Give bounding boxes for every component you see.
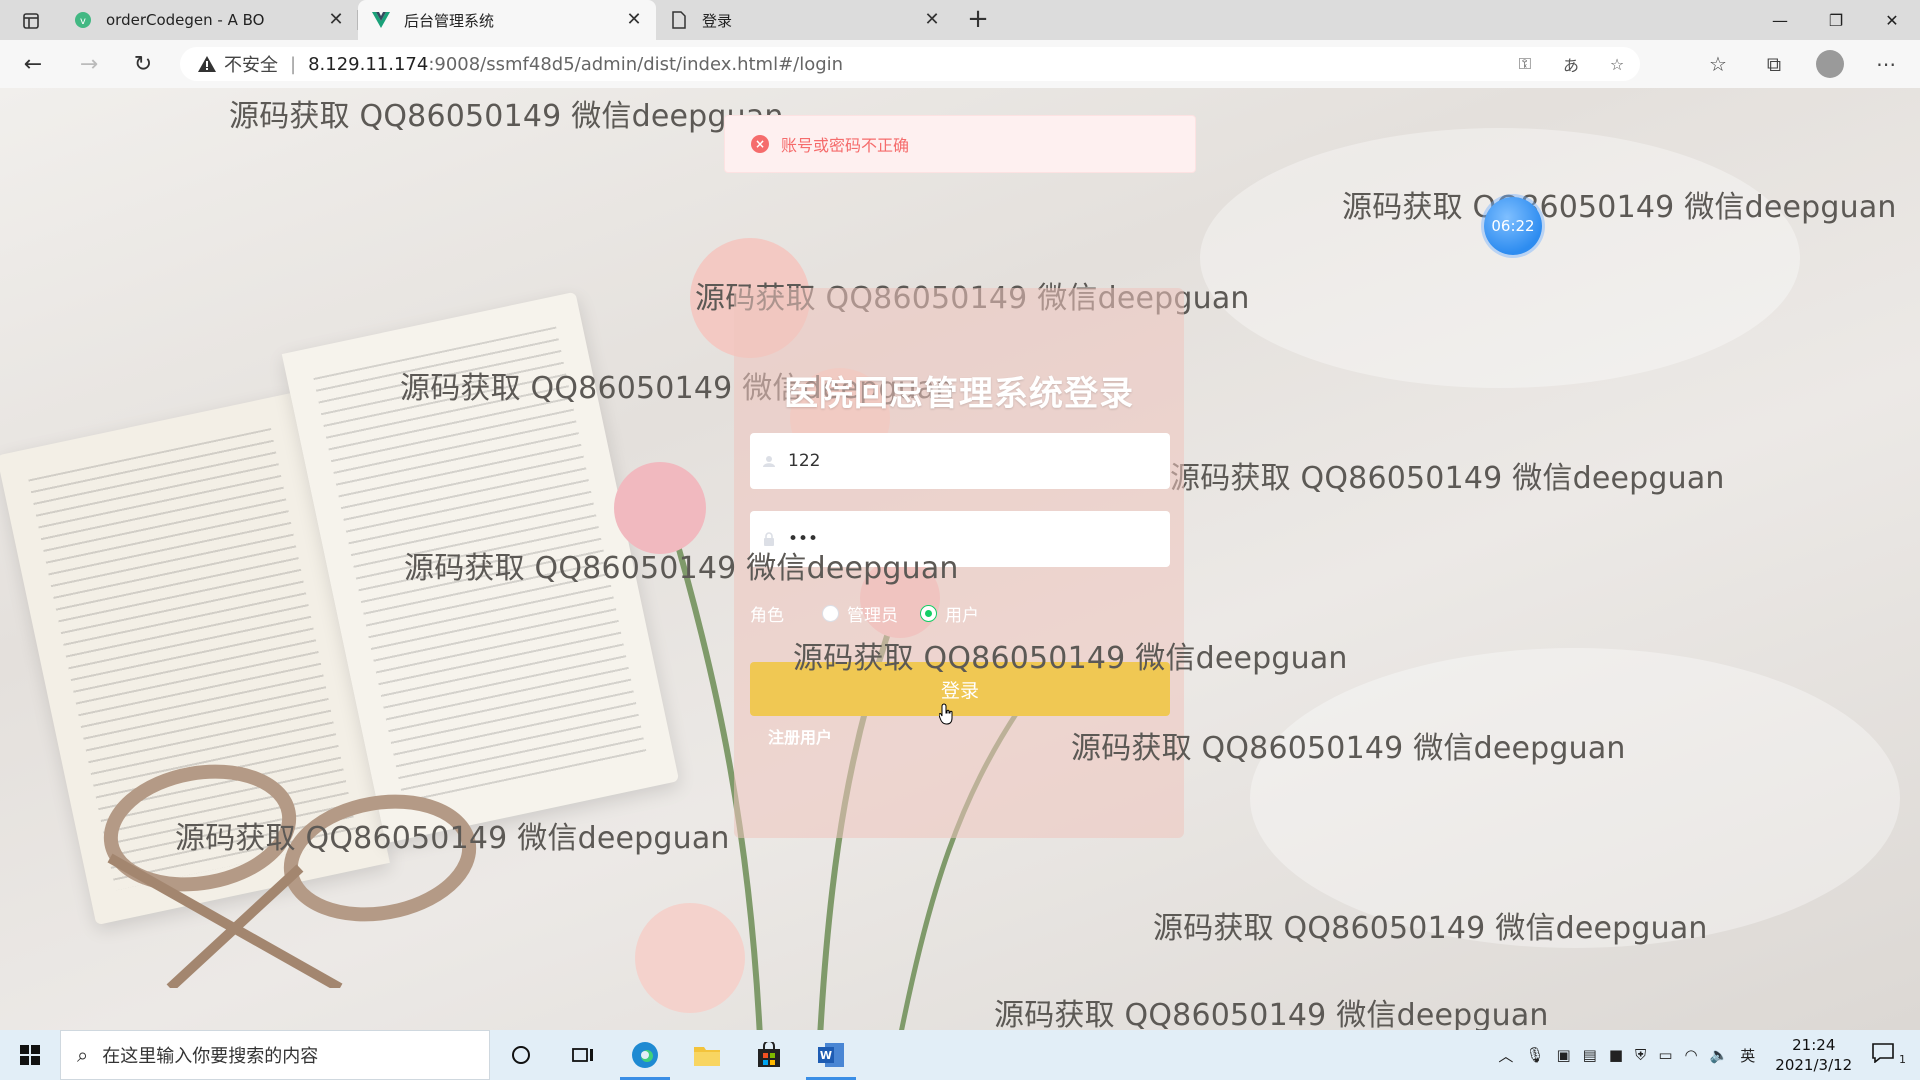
windows-start-icon[interactable] [0,1030,60,1080]
timer-badge[interactable]: 06:22 [1484,197,1542,255]
tab-login[interactable]: 登录 ✕ [656,0,954,40]
system-tray: ︿ 🎙 ▣ ▤ ■ ⛨ ▭ ◠ 🔈 英 21:24 2021/3/12 1 [1492,1030,1920,1080]
role-option-label: 用户 [945,605,979,626]
login-page: 源码获取 QQ86050149 微信deepguan 源码获取 QQ860501… [0,88,1920,1030]
cortana-icon[interactable] [490,1030,552,1080]
file-explorer-icon[interactable] [676,1030,738,1080]
add-favorite-icon[interactable]: ☆ [1594,55,1640,74]
edge-browser-icon[interactable] [614,1030,676,1080]
glasses-image [103,764,477,988]
address-separator: | [290,53,297,75]
battery-icon[interactable]: ▭ [1652,1046,1678,1064]
username-input[interactable] [788,451,1170,471]
task-view-icon[interactable] [552,1030,614,1080]
restore-icon[interactable]: ❐ [1808,0,1864,40]
search-placeholder: 在这里输入你要搜索的内容 [102,1046,319,1067]
windows-taskbar: ⌕ 在这里输入你要搜索的内容 W ︿ 🎙 ▣ ▤ ■ ⛨ ▭ ◠ 🔈 英 21:… [0,1030,1920,1080]
security-shield-icon[interactable]: ⛨ [1629,1046,1652,1064]
clock-date: 2021/3/12 [1775,1056,1853,1074]
window-controls: — ❐ ✕ [1752,0,1920,40]
chevron-up-icon[interactable]: ︿ [1492,1045,1519,1066]
mouse-pointer-icon [939,703,953,725]
taskbar-search-box[interactable]: ⌕ 在这里输入你要搜索的内容 [60,1030,490,1080]
svg-text:W: W [820,1049,832,1062]
close-window-icon[interactable]: ✕ [1864,0,1920,40]
tray-app-icon[interactable]: ▤ [1577,1046,1603,1064]
browser-toolbar: ← → ↻ 不安全 | 8.129.11.174 :9008/ssmf48d5/… [0,40,1920,88]
microphone-icon[interactable]: 🎙 [1519,1046,1550,1064]
vue-favicon-icon: v [74,11,92,29]
watermark-text: 源码获取 QQ86050149 微信deepguan [793,641,1348,676]
address-bar[interactable]: 不安全 | 8.129.11.174 :9008/ssmf48d5/admin/… [180,47,1640,81]
store-icon[interactable] [738,1030,800,1080]
forward-arrow-icon[interactable]: → [74,50,104,78]
tab-title: 登录 [702,11,733,30]
tab-ordercodegen[interactable]: v orderCodegen - A BO ✕ [60,0,358,40]
word-icon[interactable]: W [800,1030,862,1080]
watermark-text: 源码获取 QQ86050149 微信deepguan [1071,731,1626,766]
login-title: 医院回忌管理系统登录 [784,374,1134,414]
tray-app-icon[interactable]: ▣ [1550,1046,1576,1064]
watermark-text: 源码获取 QQ86050149 微信deepguan [994,998,1549,1030]
notification-center-icon[interactable]: 1 [1866,1043,1920,1067]
taskbar-clock[interactable]: 21:24 2021/3/12 [1761,1035,1866,1075]
search-icon: ⌕ [77,1043,89,1067]
translate-icon[interactable]: あ [1548,52,1594,76]
background-fold [1200,128,1800,388]
warning-icon[interactable] [198,56,218,72]
watermark-text: 源码获取 QQ86050149 微信deepguan [175,821,730,856]
url-path: :9008/ssmf48d5/admin/dist/index.html#/lo… [428,53,844,75]
collections-icon[interactable]: ⧉ [1746,52,1802,76]
error-message: 账号或密码不正确 [781,136,910,155]
role-selector: 角色 管理员 用户 [750,598,1001,628]
username-field[interactable] [750,433,1170,489]
reload-icon[interactable]: ↻ [128,50,158,78]
svg-text:v: v [80,16,86,27]
key-icon[interactable]: ⚿ [1502,54,1548,74]
notification-count: 1 [1899,1053,1906,1066]
more-menu-icon[interactable]: ⋯ [1858,52,1914,76]
watermark-text: 源码获取 QQ86050149 微信deepguan [404,551,959,586]
watermark-text: 源码获取 QQ86050149 微信deepguan [1342,190,1897,225]
security-label[interactable]: 不安全 [224,51,278,77]
tab-close-icon[interactable]: ✕ [624,10,644,30]
user-icon [750,455,788,467]
profile-avatar[interactable] [1802,50,1858,78]
page-icon [670,11,688,29]
register-link[interactable]: 注册用户 [768,724,832,748]
vue-logo-icon [372,11,390,29]
minimize-icon[interactable]: — [1752,0,1808,40]
watermark-text: 源码获取 QQ86050149 微信deepguan [1170,461,1725,496]
new-tab-button[interactable]: + [964,6,992,34]
watermark-text: 源码获取 QQ86050149 微信deepguan [229,99,784,134]
wifi-icon[interactable]: ◠ [1679,1046,1704,1064]
clock-time: 21:24 [1792,1036,1836,1054]
role-option-label: 管理员 [847,605,898,626]
role-radio-user[interactable]: 用户 [920,601,979,626]
nvidia-icon[interactable]: ■ [1603,1046,1629,1064]
back-arrow-icon[interactable]: ← [18,50,48,78]
tab-close-icon[interactable]: ✕ [922,10,942,30]
favorites-icon[interactable]: ☆ [1690,52,1746,76]
tab-title: 后台管理系统 [404,11,495,30]
url-host: 8.129.11.174 [308,53,429,75]
browser-tab-strip: v orderCodegen - A BO ✕ 后台管理系统 ✕ 登录 ✕ + … [0,0,1920,40]
error-toast: × 账号或密码不正确 [724,115,1196,173]
role-radio-admin[interactable]: 管理员 [822,601,898,626]
ime-indicator[interactable]: 英 [1734,1045,1761,1066]
tab-close-icon[interactable]: ✕ [326,10,346,30]
radio-unchecked-icon[interactable] [822,604,839,622]
tab-title: orderCodegen - A BO [106,11,265,29]
error-icon: × [751,135,769,153]
radio-checked-icon[interactable] [920,604,937,622]
volume-icon[interactable]: 🔈 [1704,1046,1735,1064]
watermark-text: 源码获取 QQ86050149 微信deepguan [1153,911,1708,946]
role-label: 角色 [750,605,784,626]
tab-admin-system[interactable]: 后台管理系统 ✕ [358,0,656,40]
tab-actions-icon[interactable] [14,8,48,34]
